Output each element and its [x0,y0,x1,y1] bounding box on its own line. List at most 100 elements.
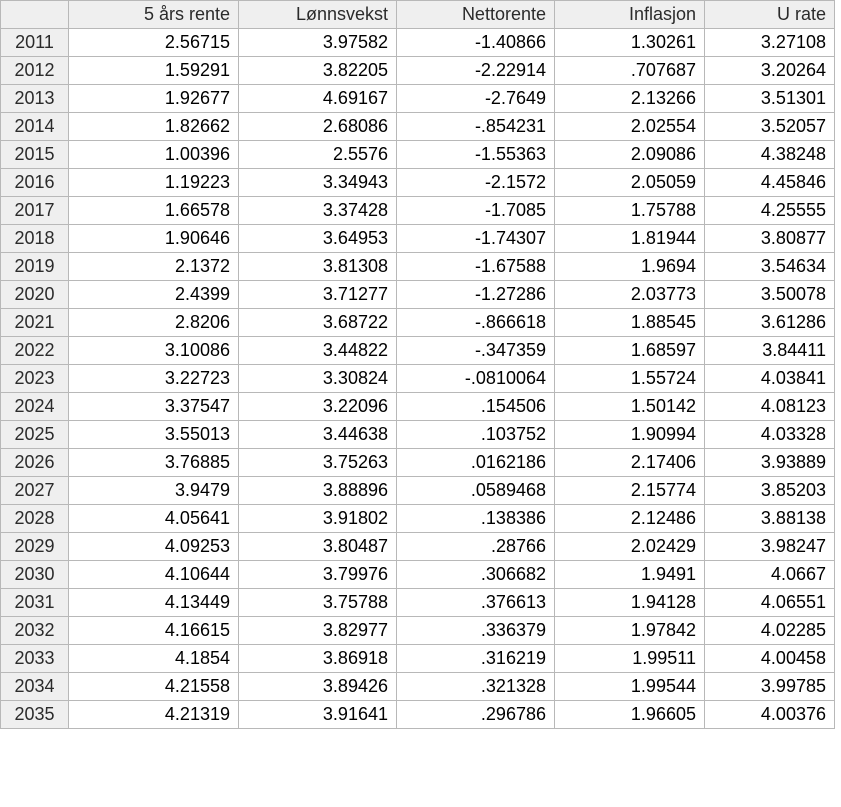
cell[interactable]: 3.76885 [69,449,239,477]
cell[interactable]: 2.02429 [555,533,705,561]
cell[interactable]: 3.71277 [239,281,397,309]
cell[interactable]: 3.88896 [239,477,397,505]
cell[interactable]: 2.1372 [69,253,239,281]
cell[interactable]: 1.50142 [555,393,705,421]
row-header[interactable]: 2019 [1,253,69,281]
cell[interactable]: 3.91641 [239,701,397,729]
row-header[interactable]: 2025 [1,421,69,449]
cell[interactable]: 1.9491 [555,561,705,589]
cell[interactable]: 1.19223 [69,169,239,197]
col-header[interactable]: 5 års rente [69,1,239,29]
cell[interactable]: .376613 [397,589,555,617]
row-header[interactable]: 2032 [1,617,69,645]
cell[interactable]: 1.88545 [555,309,705,337]
cell[interactable]: 4.25555 [705,197,835,225]
cell[interactable]: 3.37428 [239,197,397,225]
cell[interactable]: 1.68597 [555,337,705,365]
cell[interactable]: 4.03328 [705,421,835,449]
cell[interactable]: .707687 [555,57,705,85]
cell[interactable]: 3.64953 [239,225,397,253]
cell[interactable]: 2.8206 [69,309,239,337]
cell[interactable]: 2.15774 [555,477,705,505]
cell[interactable]: 4.00458 [705,645,835,673]
cell[interactable]: 4.05641 [69,505,239,533]
cell[interactable]: 3.79976 [239,561,397,589]
cell[interactable]: 1.97842 [555,617,705,645]
cell[interactable]: 3.84411 [705,337,835,365]
row-header[interactable]: 2024 [1,393,69,421]
cell[interactable]: -.0810064 [397,365,555,393]
cell[interactable]: 3.82205 [239,57,397,85]
cell[interactable]: 1.75788 [555,197,705,225]
cell[interactable]: 2.4399 [69,281,239,309]
cell[interactable]: .103752 [397,421,555,449]
row-header[interactable]: 2026 [1,449,69,477]
cell[interactable]: 3.89426 [239,673,397,701]
cell[interactable]: 4.02285 [705,617,835,645]
cell[interactable]: 3.98247 [705,533,835,561]
cell[interactable]: 3.68722 [239,309,397,337]
cell[interactable]: 3.88138 [705,505,835,533]
cell[interactable]: 4.16615 [69,617,239,645]
cell[interactable]: .316219 [397,645,555,673]
col-header[interactable]: U rate [705,1,835,29]
cell[interactable]: -1.7085 [397,197,555,225]
row-header[interactable]: 2017 [1,197,69,225]
cell[interactable]: .154506 [397,393,555,421]
row-header[interactable]: 2023 [1,365,69,393]
cell[interactable]: 1.9694 [555,253,705,281]
row-header[interactable]: 2028 [1,505,69,533]
row-header[interactable]: 2029 [1,533,69,561]
cell[interactable]: 3.54634 [705,253,835,281]
cell[interactable]: .296786 [397,701,555,729]
cell[interactable]: 1.30261 [555,29,705,57]
cell[interactable]: 3.44822 [239,337,397,365]
cell[interactable]: 3.50078 [705,281,835,309]
cell[interactable]: 3.80877 [705,225,835,253]
cell[interactable]: 1.00396 [69,141,239,169]
row-header[interactable]: 2031 [1,589,69,617]
cell[interactable]: 1.82662 [69,113,239,141]
cell[interactable]: 2.12486 [555,505,705,533]
cell[interactable]: 3.75788 [239,589,397,617]
cell[interactable]: .306682 [397,561,555,589]
cell[interactable]: -2.1572 [397,169,555,197]
cell[interactable]: 4.00376 [705,701,835,729]
cell[interactable]: 4.38248 [705,141,835,169]
cell[interactable]: .0162186 [397,449,555,477]
cell[interactable]: 3.20264 [705,57,835,85]
cell[interactable]: 3.44638 [239,421,397,449]
row-header[interactable]: 2035 [1,701,69,729]
data-table[interactable]: 5 års rente Lønnsvekst Nettorente Inflas… [0,0,835,729]
cell[interactable]: 3.30824 [239,365,397,393]
cell[interactable]: 2.5576 [239,141,397,169]
cell[interactable]: 3.81308 [239,253,397,281]
cell[interactable]: 4.08123 [705,393,835,421]
col-header[interactable]: Nettorente [397,1,555,29]
cell[interactable]: 4.13449 [69,589,239,617]
cell[interactable]: 3.85203 [705,477,835,505]
cell[interactable]: 1.99511 [555,645,705,673]
cell[interactable]: 4.09253 [69,533,239,561]
cell[interactable]: .321328 [397,673,555,701]
cell[interactable]: 3.10086 [69,337,239,365]
cell[interactable]: 3.22723 [69,365,239,393]
col-header[interactable]: Lønnsvekst [239,1,397,29]
cell[interactable]: .0589468 [397,477,555,505]
cell[interactable]: 1.99544 [555,673,705,701]
row-header[interactable]: 2020 [1,281,69,309]
cell[interactable]: -2.7649 [397,85,555,113]
cell[interactable]: 1.90646 [69,225,239,253]
cell[interactable]: 2.17406 [555,449,705,477]
cell[interactable]: -1.67588 [397,253,555,281]
cell[interactable]: 1.90994 [555,421,705,449]
cell[interactable]: 2.13266 [555,85,705,113]
cell[interactable]: 1.55724 [555,365,705,393]
cell[interactable]: 3.52057 [705,113,835,141]
cell[interactable]: -2.22914 [397,57,555,85]
row-header[interactable]: 2015 [1,141,69,169]
cell[interactable]: 3.93889 [705,449,835,477]
cell[interactable]: -1.55363 [397,141,555,169]
cell[interactable]: 3.55013 [69,421,239,449]
cell[interactable]: 1.59291 [69,57,239,85]
